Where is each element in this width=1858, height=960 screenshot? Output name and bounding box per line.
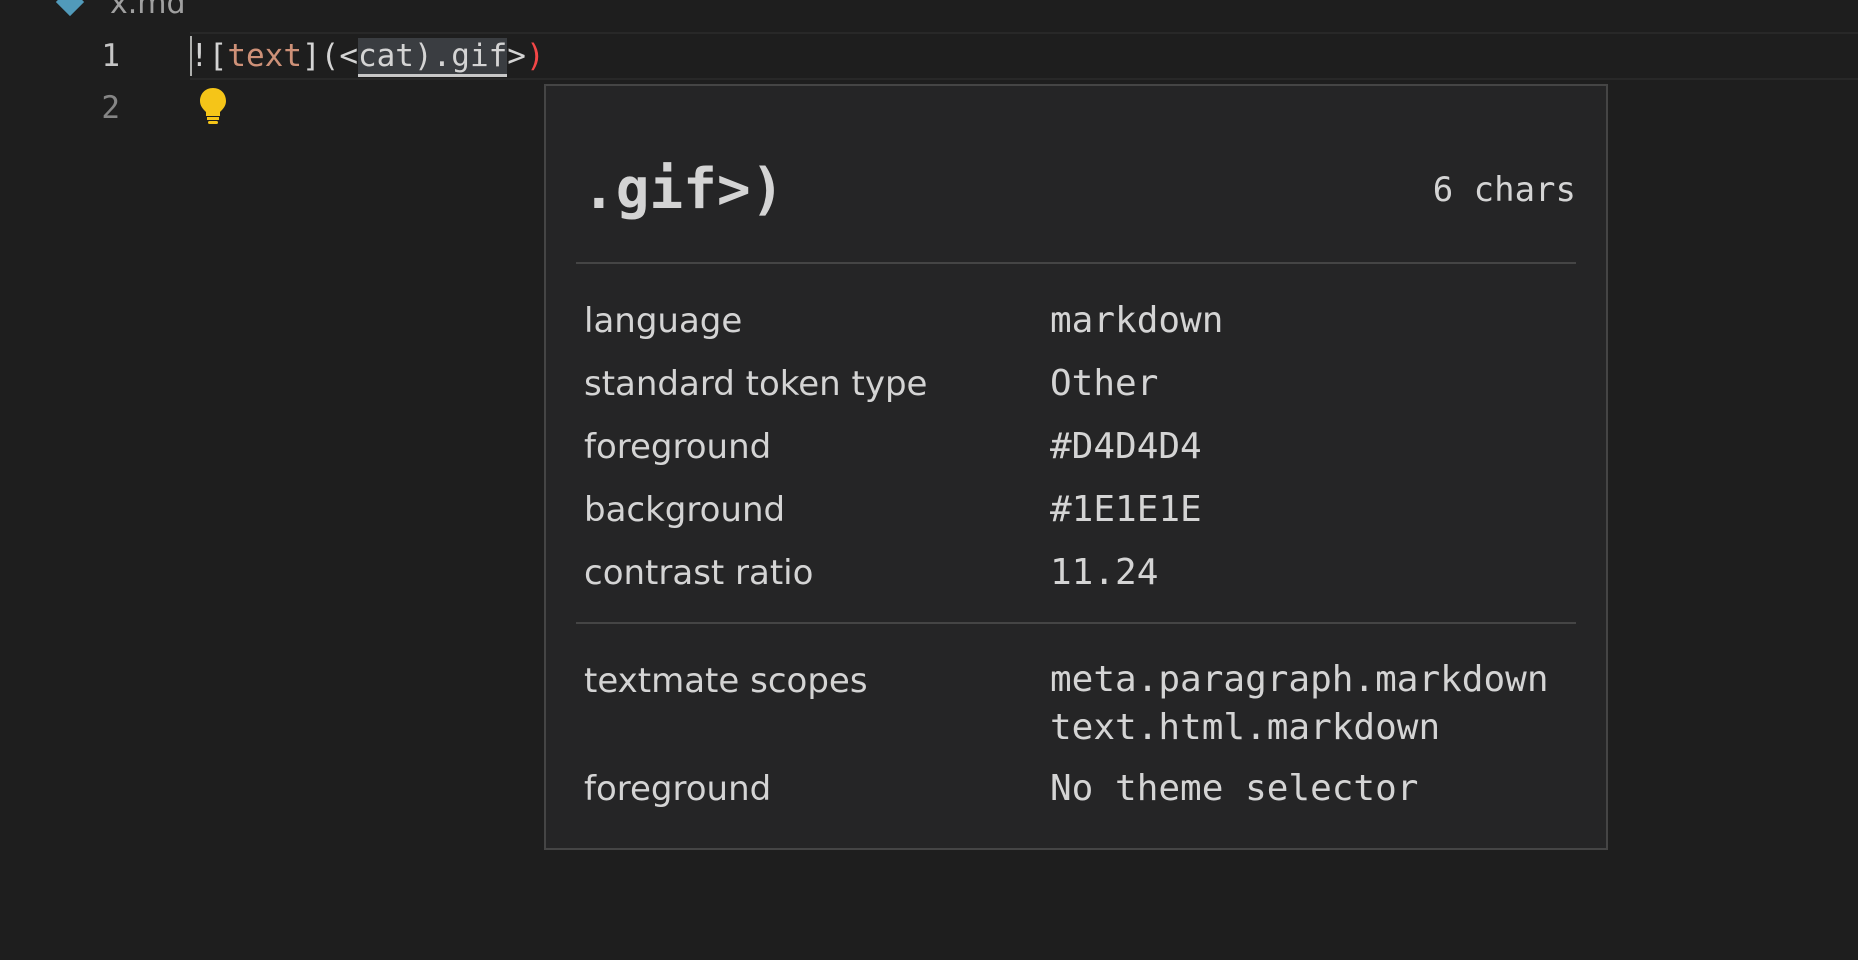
prop-row-foreground: foreground #D4D4D4 <box>584 422 1584 472</box>
hover-divider <box>576 622 1576 624</box>
token-angle-open: < <box>339 38 358 74</box>
prop-key: background <box>584 490 786 530</box>
prop-key: language <box>584 301 743 341</box>
editor[interactable]: x.md 1 2 ![text](<cat).gif>) .gif>) 6 ch… <box>0 0 1858 960</box>
lightbulb-icon[interactable] <box>198 86 228 126</box>
line-number-1: 1 <box>101 38 120 74</box>
tab-bar: x.md <box>0 0 1858 28</box>
scope-list: meta.paragraph.markdown text.html.markdo… <box>1050 656 1549 752</box>
text-cursor <box>190 36 192 76</box>
token-alt-text: text <box>227 38 302 74</box>
token-image-open: ![ <box>190 38 228 74</box>
prop-value: #D4D4D4 <box>1050 426 1202 467</box>
hover-char-count: 6 chars <box>1432 170 1576 210</box>
prop-value: markdown <box>1050 300 1224 341</box>
token-link-open: ]( <box>301 38 340 74</box>
scope-item: meta.paragraph.markdown <box>1050 659 1549 700</box>
prop-key: standard token type <box>584 364 928 404</box>
prop-value: 11.24 <box>1050 552 1159 593</box>
prop-row-theme: foreground No theme selector <box>584 764 1584 814</box>
token-inspector-hover: .gif>) 6 chars language markdown standar… <box>544 84 1608 850</box>
tab-label[interactable]: x.md <box>110 0 186 22</box>
prop-value: #1E1E1E <box>1050 489 1202 530</box>
prop-row-token-type: standard token type Other <box>584 359 1584 409</box>
prop-value: No theme selector <box>1050 768 1419 809</box>
hover-token-title: .gif>) <box>582 157 785 222</box>
prop-key: textmate scopes <box>584 661 868 701</box>
token-hovered: cat).gif <box>357 38 508 77</box>
prop-row-contrast: contrast ratio 11.24 <box>584 548 1584 598</box>
prop-value: Other <box>1050 363 1159 404</box>
prop-row-scopes: textmate scopes meta.paragraph.markdown … <box>584 656 1584 756</box>
markdown-file-icon <box>55 0 85 17</box>
prop-key: foreground <box>584 427 772 467</box>
token-paren-close: ) <box>525 38 545 74</box>
prop-row-background: background #1E1E1E <box>584 485 1584 535</box>
code-line-1[interactable]: ![text](<cat).gif>) <box>190 32 545 80</box>
scope-item: text.html.markdown <box>1050 707 1441 748</box>
line-number-2: 2 <box>101 90 120 126</box>
hover-divider <box>576 262 1576 264</box>
prop-key: contrast ratio <box>584 553 814 593</box>
prop-row-language: language markdown <box>584 296 1584 346</box>
prop-key: foreground <box>584 769 772 809</box>
token-angle-close: > <box>507 38 526 74</box>
